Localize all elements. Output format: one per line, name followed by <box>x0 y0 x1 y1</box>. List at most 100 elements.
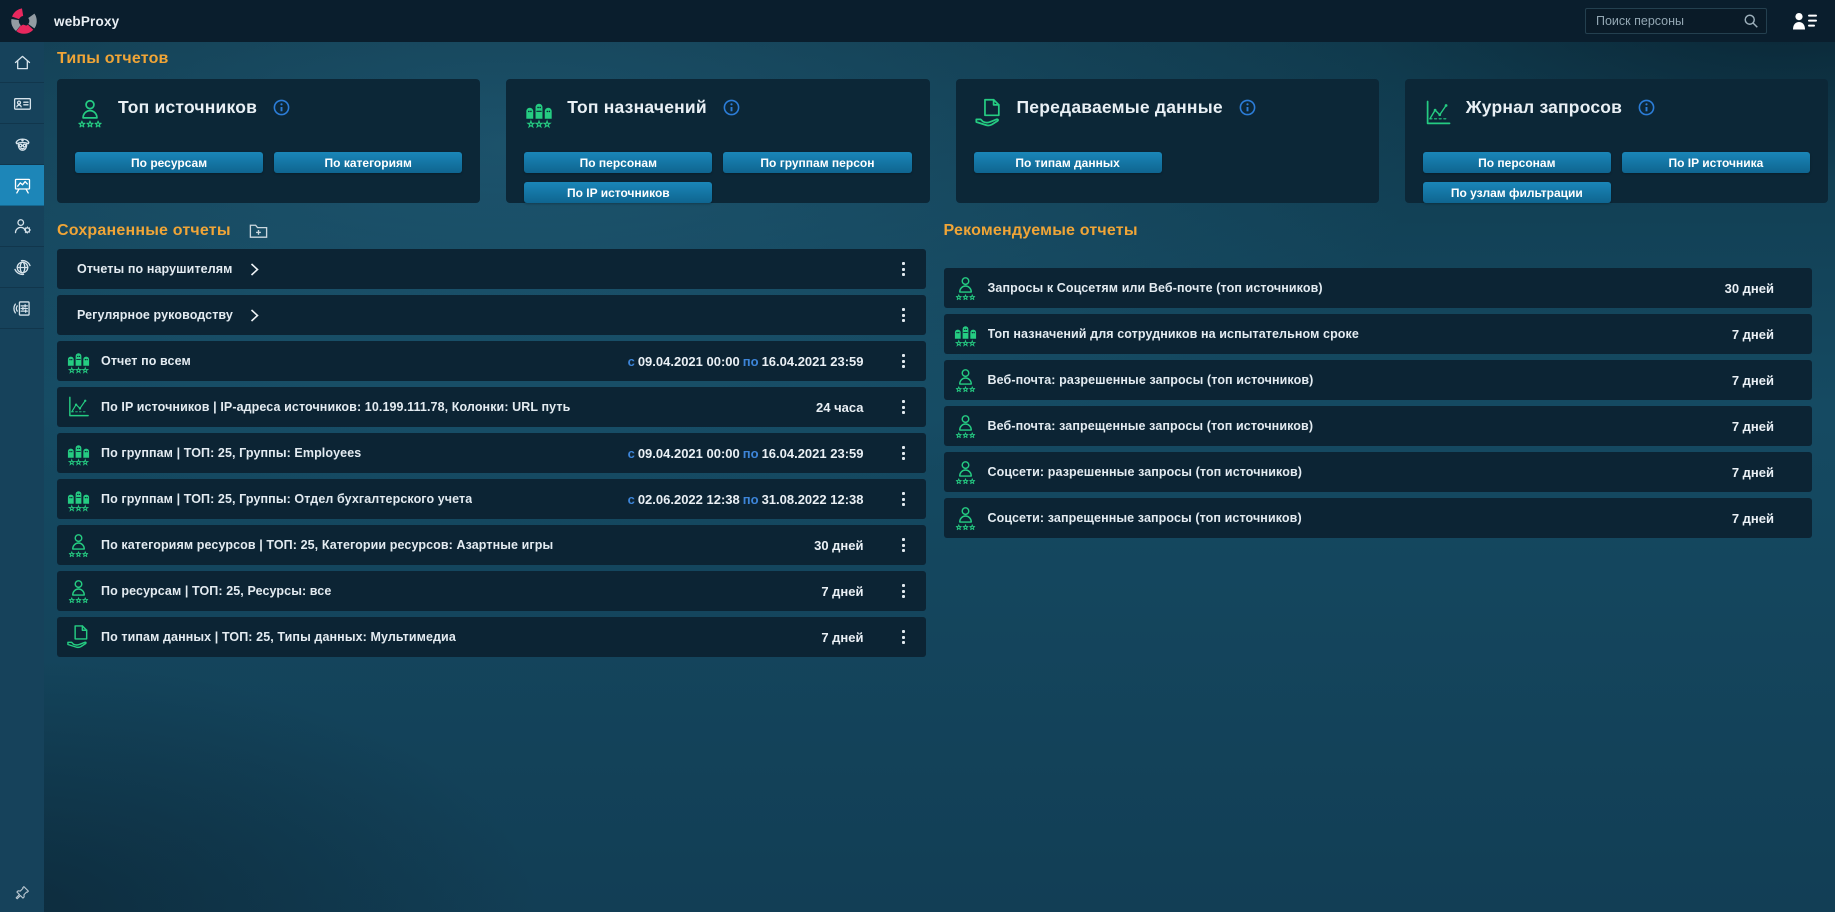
info-icon[interactable] <box>723 99 740 116</box>
kebab-menu-icon[interactable] <box>882 341 926 381</box>
recommended-reports-section: Рекомендуемые отчеты Запросы к Соцсетям … <box>943 222 1812 663</box>
saved-reports-section: Сохраненные отчеты Отчеты по нарушителям… <box>57 222 926 663</box>
recommended-report-row[interactable]: Веб-почта: разрешенные запросы (топ исто… <box>943 360 1812 400</box>
chevron-right-icon <box>249 262 260 277</box>
period-preposition: с <box>627 445 635 461</box>
main-content: Типы отчетов Топ источников По ресурсам По… <box>44 42 1835 912</box>
info-icon[interactable] <box>1638 99 1655 116</box>
folder-title: Регулярное руководству <box>77 308 233 322</box>
report-title: Веб-почта: запрещенные запросы (топ исто… <box>987 419 1314 433</box>
report-button[interactable]: По персонам <box>1422 152 1611 173</box>
period-preposition: по <box>742 491 759 507</box>
report-title: По IP источников | IP-адреса источников:… <box>101 400 571 414</box>
card-title: Топ источников <box>118 97 258 117</box>
kebab-menu-icon[interactable] <box>882 525 926 565</box>
doc-hand-icon <box>974 92 1004 134</box>
saved-folder-row[interactable]: Отчеты по нарушителям <box>57 249 926 289</box>
report-type-card: Топ назначений По персонам По группам перс… <box>506 79 930 203</box>
search-input[interactable] <box>1585 8 1767 34</box>
sidebar-item-id-card[interactable] <box>0 83 44 124</box>
user-account-icon[interactable] <box>1791 11 1819 32</box>
person-stars-icon <box>953 366 978 394</box>
report-duration: 24 часа <box>816 399 864 415</box>
card-title: Журнал запросов <box>1465 97 1623 117</box>
sidebar-item-filter-journal[interactable] <box>0 288 44 329</box>
person-stars-icon <box>66 531 91 559</box>
report-button[interactable]: По категориям <box>274 152 463 173</box>
group-stars-icon <box>66 485 91 513</box>
kebab-menu-icon[interactable] <box>882 571 926 611</box>
report-type-card: Топ источников По ресурсам По категориям <box>57 79 481 203</box>
kebab-menu-icon[interactable] <box>882 295 926 335</box>
saved-report-row[interactable]: По группам | ТОП: 25, Группы: Отдел бухг… <box>57 479 926 519</box>
person-stars-icon <box>953 458 978 486</box>
report-period: с 02.06.2022 12:38 по 31.08.2022 12:38 <box>625 492 864 507</box>
report-duration: 30 дней <box>1724 280 1774 296</box>
report-button[interactable]: По узлам фильтрации <box>1422 182 1611 203</box>
group-stars-icon <box>66 439 91 467</box>
recommended-report-row[interactable]: Топ назначений для сотрудников на испыта… <box>943 314 1812 354</box>
person-search <box>1585 8 1767 34</box>
section-title-report-types: Типы отчетов <box>57 50 169 67</box>
saved-report-row[interactable]: По IP источников | IP-адреса источников:… <box>57 387 926 427</box>
card-title: Передаваемые данные <box>1016 97 1223 117</box>
webproxy-app: webProxy Типы отчетов Топ источников По р… <box>0 0 1835 912</box>
report-duration: 7 дней <box>821 629 864 645</box>
report-button[interactable]: По IP источника <box>1621 152 1810 173</box>
report-button[interactable]: По группам персон <box>723 152 912 173</box>
report-title: По ресурсам | ТОП: 25, Ресурсы: все <box>101 584 332 598</box>
chart-icon <box>66 393 91 421</box>
info-icon[interactable] <box>273 99 290 116</box>
group-stars-icon <box>953 320 978 348</box>
section-title-saved-reports: Сохраненные отчеты <box>57 221 231 239</box>
report-duration: 7 дней <box>1731 326 1774 342</box>
report-type-card: Передаваемые данные По типам данных <box>955 79 1379 203</box>
report-period: с 09.04.2021 00:00 по 16.04.2021 23:59 <box>625 446 864 461</box>
kebab-menu-icon[interactable] <box>882 617 926 657</box>
recommended-report-row[interactable]: Запросы к Соцсетям или Веб-почте (топ ис… <box>943 268 1812 308</box>
sidebar-item-user-settings[interactable] <box>0 206 44 247</box>
person-stars-icon <box>75 92 105 134</box>
folder-title: Отчеты по нарушителям <box>77 262 233 276</box>
doc-hand-icon <box>66 623 91 651</box>
search-icon[interactable] <box>1742 12 1760 30</box>
period-date: 09.04.2021 00:00 <box>637 445 740 461</box>
saved-report-row[interactable]: По категориям ресурсов | ТОП: 25, Катего… <box>57 525 926 565</box>
info-icon[interactable] <box>1239 99 1256 116</box>
kebab-menu-icon[interactable] <box>882 387 926 427</box>
recommended-report-row[interactable]: Соцсети: запрещенные запросы (топ источн… <box>943 498 1812 538</box>
report-button[interactable]: По персонам <box>524 152 713 173</box>
kebab-menu-icon[interactable] <box>882 479 926 519</box>
person-stars-icon <box>953 412 978 440</box>
sidebar-item-network[interactable] <box>0 247 44 288</box>
report-type-card: Журнал запросов По персонам По IP источник… <box>1404 79 1828 203</box>
person-stars-icon <box>66 577 91 605</box>
period-date: 02.06.2022 12:38 <box>637 491 740 507</box>
saved-report-row[interactable]: По типам данных | ТОП: 25, Типы данных: … <box>57 617 926 657</box>
report-button[interactable]: По типам данных <box>973 152 1162 173</box>
recommended-report-row[interactable]: Соцсети: разрешенные запросы (топ источн… <box>943 452 1812 492</box>
saved-report-row[interactable]: Отчет по всем с 09.04.2021 00:00 по 16.04.20… <box>57 341 926 381</box>
report-button[interactable]: По IP источников <box>524 182 713 203</box>
add-folder-icon[interactable] <box>248 220 269 241</box>
saved-report-row[interactable]: По группам | ТОП: 25, Группы: Employees с… <box>57 433 926 473</box>
sidebar-item-home[interactable] <box>0 42 44 83</box>
report-title: Запросы к Соцсетям или Веб-почте (топ ис… <box>987 281 1323 295</box>
app-title: webProxy <box>54 13 120 29</box>
sidebar <box>0 42 44 912</box>
report-duration: 7 дней <box>1731 510 1774 526</box>
sidebar-item-reports-board[interactable] <box>0 165 44 206</box>
kebab-menu-icon[interactable] <box>882 249 926 289</box>
report-period: с 09.04.2021 00:00 по 16.04.2021 23:59 <box>625 354 864 369</box>
report-button[interactable]: По ресурсам <box>75 152 264 173</box>
report-title: Соцсети: запрещенные запросы (топ источн… <box>987 511 1302 525</box>
saved-folder-row[interactable]: Регулярное руководству <box>57 295 926 335</box>
report-title: По группам | ТОП: 25, Группы: Employees <box>101 446 362 460</box>
person-stars-icon <box>953 504 978 532</box>
pin-sidebar-icon[interactable] <box>0 884 44 902</box>
sidebar-item-officer[interactable] <box>0 124 44 165</box>
kebab-menu-icon[interactable] <box>882 433 926 473</box>
recommended-report-row[interactable]: Веб-почта: запрещенные запросы (топ исто… <box>943 406 1812 446</box>
saved-report-row[interactable]: По ресурсам | ТОП: 25, Ресурсы: все 7 дне… <box>57 571 926 611</box>
report-type-cards: Топ источников По ресурсам По категориям То… <box>57 79 1828 203</box>
